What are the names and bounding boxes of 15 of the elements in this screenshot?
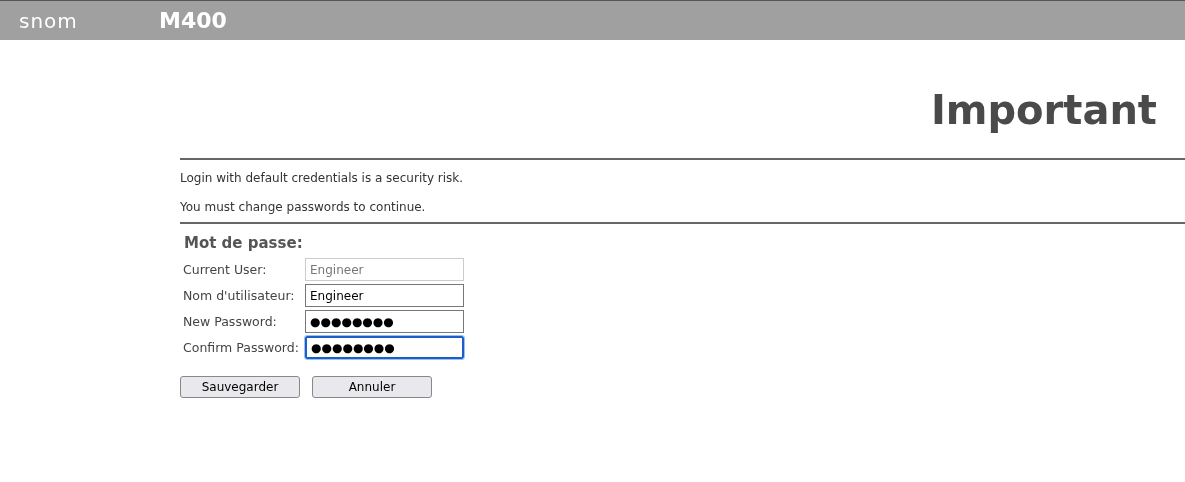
field-label: Current User:: [183, 262, 268, 277]
message-text: Login with default credentials is a security risk.: [180, 171, 465, 187]
model-name: M400: [159, 8, 227, 33]
message-text: You must change passwords to continue.: [180, 200, 427, 216]
form-button[interactable]: Sauvegarder: [180, 376, 300, 398]
input-field[interactable]: ●●●●●●●●: [305, 336, 464, 359]
form-button[interactable]: Annuler: [312, 376, 432, 398]
section-title: Mot de passe:: [184, 234, 304, 252]
field-label: New Password:: [183, 314, 278, 329]
page-title: Important: [929, 86, 1157, 135]
brand-logo: snom: [19, 8, 79, 33]
field-label: Confirm Password:: [183, 340, 300, 355]
input-field[interactable]: ●●●●●●●●: [305, 310, 464, 333]
field-label: Nom d'utilisateur:: [183, 288, 296, 303]
input-field[interactable]: Engineer: [305, 284, 464, 307]
